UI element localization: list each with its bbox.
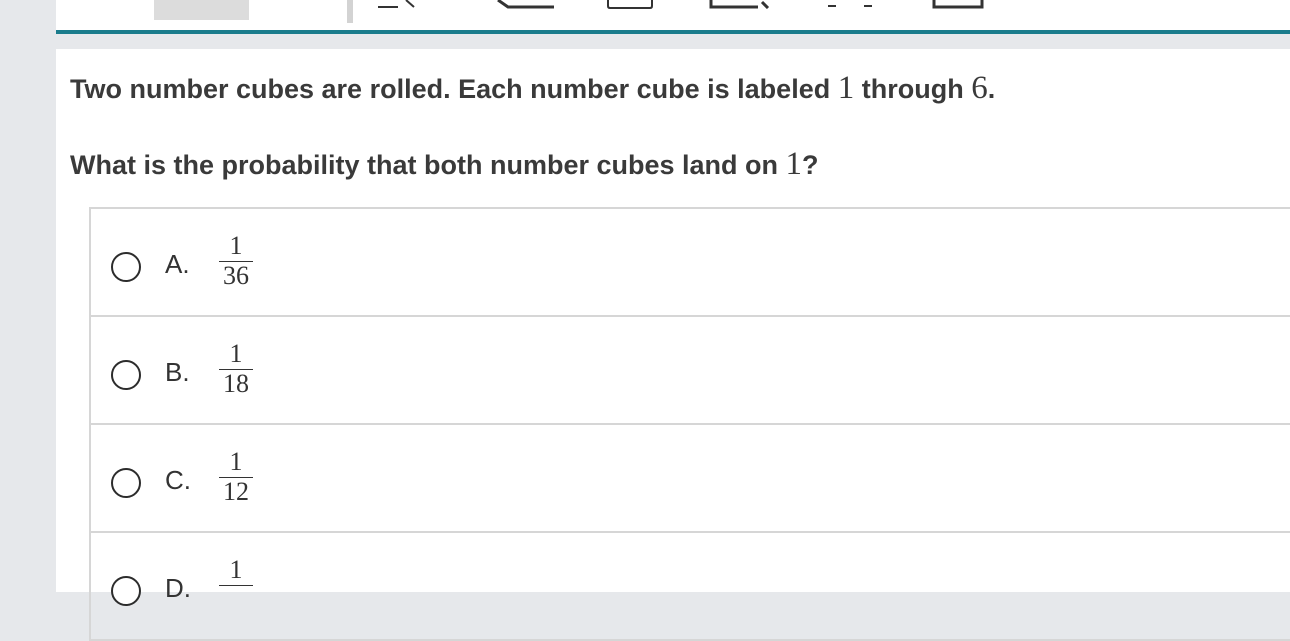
fraction: 1 36 [219, 233, 253, 289]
fraction: 1 18 [219, 341, 253, 397]
question-number: 1 [837, 70, 855, 106]
ruler-icon[interactable] [826, 0, 876, 9]
question-text-part: What is the probability that both number… [70, 150, 786, 180]
question-number: 6 [971, 70, 988, 106]
choice-d[interactable]: D. 1 [91, 533, 1290, 641]
question-prompt: What is the probability that both number… [70, 146, 819, 183]
choice-letter: C. [165, 465, 191, 495]
fraction-numerator: 1 [229, 447, 243, 476]
fraction-numerator: 1 [229, 339, 243, 368]
choice-b[interactable]: B. 1 18 [91, 317, 1290, 425]
fraction: 1 12 [219, 449, 253, 505]
fraction: 1 [219, 557, 253, 587]
highlighter-icon[interactable] [376, 0, 426, 9]
fraction-denominator: 12 [223, 477, 249, 506]
radio-button-a[interactable] [111, 252, 141, 282]
question-text-part: through [854, 74, 972, 104]
fraction-numerator: 1 [229, 555, 243, 584]
calculator-icon[interactable] [932, 0, 984, 9]
choice-letter: A. [165, 249, 190, 279]
strikethrough-icon[interactable] [488, 0, 558, 9]
toolbar-active-tab[interactable] [154, 0, 249, 20]
fraction-bar [219, 585, 253, 586]
answer-choices: A. 1 36 B. 1 18 C. 1 12 D. 1 [89, 207, 1290, 641]
fraction-numerator: 1 [229, 231, 243, 260]
choice-a[interactable]: A. 1 36 [91, 209, 1290, 317]
question-number: 1 [785, 146, 803, 182]
notepad-icon[interactable] [606, 0, 654, 9]
fraction-denominator: 18 [223, 369, 249, 398]
question-panel: Two number cubes are rolled. Each number… [56, 49, 1290, 641]
toolbar [0, 0, 1290, 30]
radio-button-b[interactable] [111, 360, 141, 390]
left-margin [0, 0, 56, 592]
radio-button-c[interactable] [111, 468, 141, 498]
question-punctuation: ? [802, 150, 819, 180]
radio-button-d[interactable] [111, 576, 141, 606]
question-stem: Two number cubes are rolled. Each number… [70, 70, 995, 107]
choice-letter: B. [165, 357, 190, 387]
choice-letter: D. [165, 573, 191, 603]
fraction-denominator: 36 [223, 261, 249, 290]
toolbar-underline [56, 30, 1290, 34]
choice-c[interactable]: C. 1 12 [91, 425, 1290, 533]
toolbar-divider [347, 0, 353, 23]
question-text-part: Two number cubes are rolled. Each number… [70, 74, 838, 104]
pencil-icon[interactable] [708, 0, 774, 9]
question-punctuation: . [987, 74, 996, 104]
